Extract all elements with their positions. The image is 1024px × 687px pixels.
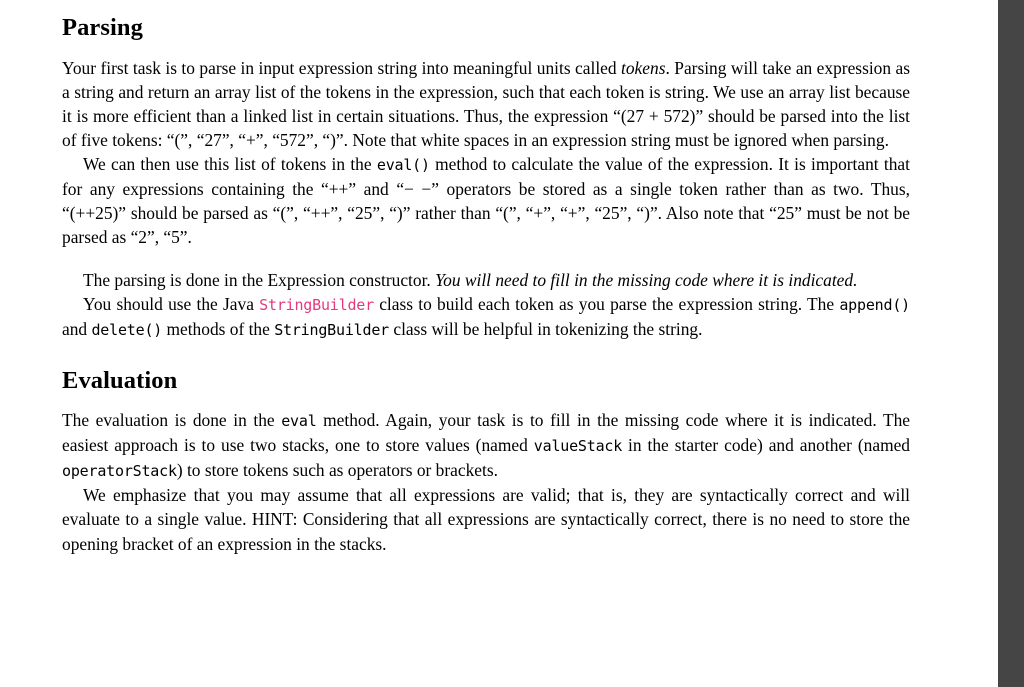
emphasis-text: tokens bbox=[621, 57, 666, 78]
body-text: The evaluation is done in the bbox=[62, 410, 282, 431]
inline-code: valueStack bbox=[533, 437, 623, 456]
emphasis-text: You will need to fill in the missing cod… bbox=[435, 270, 858, 291]
document-page: Parsing Your first task is to parse in i… bbox=[0, 0, 998, 687]
paragraph-validity-hint: We emphasize that you may assume that al… bbox=[62, 483, 910, 555]
body-text: We can then use this list of tokens in t… bbox=[83, 153, 377, 174]
body-text: and bbox=[62, 319, 92, 340]
body-text: Your first task is to parse in input exp… bbox=[62, 57, 622, 78]
document-body: Parsing Your first task is to parse in i… bbox=[62, 0, 910, 556]
body-text: class to build each token as you parse t… bbox=[373, 294, 840, 315]
body-text: We emphasize that you may assume that al… bbox=[62, 485, 910, 554]
inline-code: eval bbox=[281, 412, 317, 431]
paragraph-eval-tokens: We can then use this list of tokens in t… bbox=[62, 152, 910, 249]
paragraph-evaluation-stacks: The evaluation is done in the eval metho… bbox=[62, 408, 910, 483]
inline-code: operatorStack bbox=[62, 462, 177, 481]
paragraph-stringbuilder: You should use the Java StringBuilder cl… bbox=[62, 292, 910, 342]
right-edge-panel bbox=[998, 0, 1024, 687]
section-heading-parsing: Parsing bbox=[62, 14, 144, 41]
body-text: The parsing is done in the Expression co… bbox=[83, 270, 436, 291]
section-heading-evaluation: Evaluation bbox=[62, 366, 178, 394]
body-text: class will be helpful in tokenizing the … bbox=[389, 319, 703, 340]
body-text: in the starter code) and another (named bbox=[622, 435, 911, 456]
inline-code-highlight: StringBuilder bbox=[259, 296, 374, 315]
inline-code: delete() bbox=[91, 321, 163, 340]
inline-code: eval() bbox=[376, 155, 430, 174]
body-text: You should use the Java bbox=[83, 294, 260, 315]
body-text: ) to store tokens such as operators or b… bbox=[176, 460, 498, 481]
inline-code: StringBuilder bbox=[274, 321, 389, 340]
paragraph-parsing-intro: Your first task is to parse in input exp… bbox=[62, 56, 910, 152]
body-text: methods of the bbox=[162, 319, 275, 340]
paragraph-expression-constructor: The parsing is done in the Expression co… bbox=[62, 268, 910, 292]
inline-code: append() bbox=[839, 296, 910, 315]
